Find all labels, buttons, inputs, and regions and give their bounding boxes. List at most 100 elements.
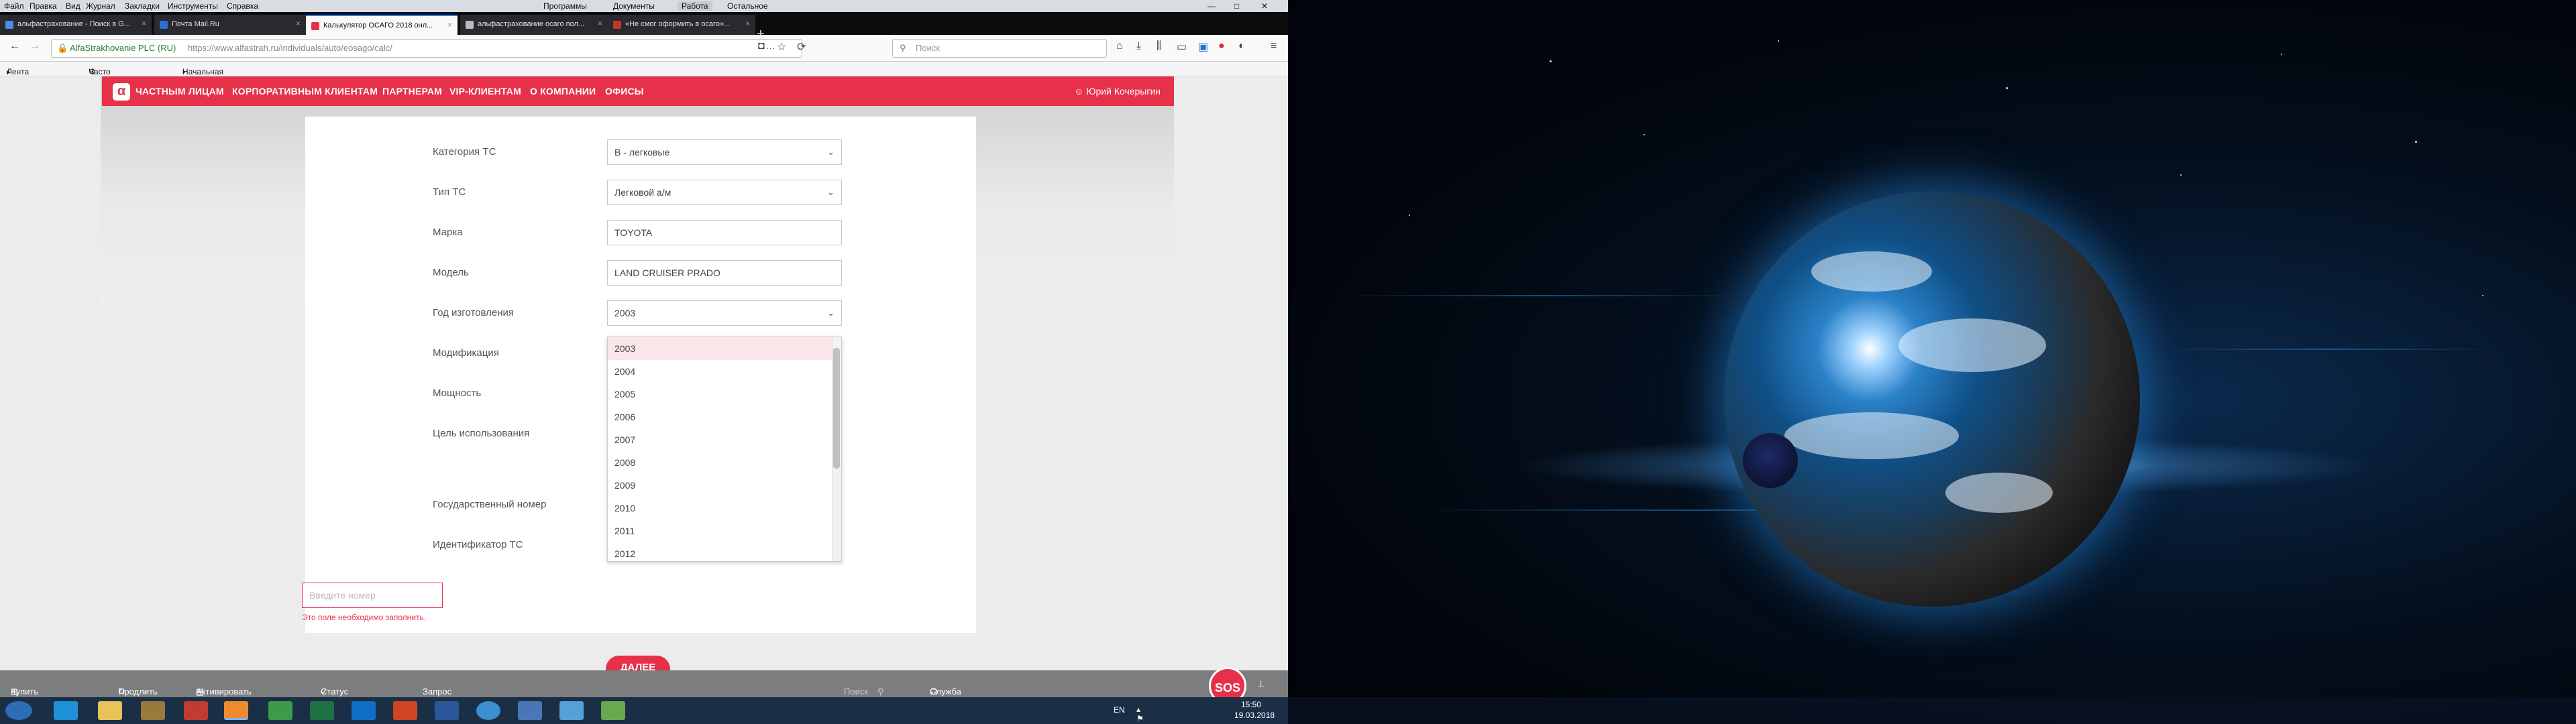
star	[2281, 54, 2282, 55]
maximize-icon[interactable]: □	[1234, 1, 1239, 11]
cloud	[1811, 251, 1932, 292]
menu-edit[interactable]: Правка	[30, 1, 57, 11]
app-icon[interactable]	[559, 701, 584, 720]
star	[2415, 141, 2417, 143]
select-vehicle-type[interactable]: Легковой а/м ⌄	[607, 180, 842, 205]
scrollbar-thumb[interactable]	[833, 348, 840, 469]
menu-help[interactable]: Справка	[227, 1, 258, 11]
hamburger-menu-icon[interactable]: ≡	[1271, 40, 1277, 52]
tab-alfa-osago[interactable]: альфастрахование осаго пол... ×	[460, 15, 608, 35]
nav-corporate[interactable]: КОРПОРАТИВНЫМ КЛИЕНТАМ	[232, 86, 378, 97]
year-option[interactable]: 2010	[608, 497, 832, 520]
app-icon[interactable]	[601, 701, 625, 720]
explorer-icon[interactable]	[98, 701, 122, 720]
pocket-icon[interactable]: ◘	[758, 40, 765, 52]
year-option[interactable]: 2011	[608, 520, 832, 542]
address-bar[interactable]: 🔒 AlfaStrakhovanie PLC (RU) https://www.…	[51, 39, 802, 58]
extension-icon[interactable]: ▣	[1198, 40, 1208, 54]
group-programs[interactable]: Программы	[543, 1, 587, 11]
menu-tools[interactable]: Инструменты	[168, 1, 218, 11]
clock-time[interactable]: 15:50	[1241, 700, 1261, 709]
skype-icon[interactable]	[476, 701, 500, 720]
tab-google-search[interactable]: альфастрахование - Поиск в G... ×	[0, 15, 152, 35]
home-icon[interactable]: ⌂	[1116, 40, 1123, 52]
mail-icon	[160, 21, 168, 29]
select-vehicle-category[interactable]: B - легковые ⌄	[607, 139, 842, 165]
select-year[interactable]: 2003 ⌄	[607, 300, 842, 326]
input-model[interactable]: LAND CRUISER PRADO	[607, 260, 842, 286]
media-icon[interactable]	[141, 701, 165, 720]
start-button[interactable]	[5, 701, 32, 720]
reg-number-input[interactable]: Введите номер	[302, 583, 443, 608]
alfa-logo[interactable]: α	[113, 83, 130, 101]
year-option[interactable]: 2007	[608, 428, 832, 451]
powerpoint-icon[interactable]	[393, 701, 417, 720]
light-streak	[2160, 349, 2496, 350]
close-icon[interactable]: ×	[296, 19, 301, 28]
search-icon: ⚲	[900, 43, 906, 53]
year-option[interactable]: 2005	[608, 383, 832, 406]
forward-icon[interactable]: →	[30, 40, 40, 52]
extension-icon[interactable]: ◐	[1238, 40, 1245, 52]
label-year: Год изготовления	[433, 307, 515, 318]
app-icon[interactable]	[184, 701, 208, 720]
download-icon[interactable]: ⤓	[1136, 40, 1141, 52]
page-actions-icon[interactable]: ···	[766, 40, 775, 57]
firefox-icon[interactable]	[224, 701, 248, 720]
year-option[interactable]: 2012	[608, 542, 832, 561]
site-action-bar: ⊞ Купить продукт ↻ Продлить ▤ Активирова…	[0, 670, 1288, 717]
nav-vip[interactable]: VIP-КЛИЕНТАМ	[449, 86, 521, 97]
back-icon[interactable]: ←	[9, 40, 20, 52]
tab-osago-calculator[interactable]: Калькулятор ОСАГО 2018 онл... ×	[306, 15, 458, 35]
nav-partners[interactable]: ПАРТНЕРАМ	[382, 86, 442, 97]
year-option[interactable]: 2009	[608, 474, 832, 497]
adblock-icon[interactable]: ●	[1218, 40, 1225, 52]
tab-mailru[interactable]: Почта Mail.Ru ×	[154, 15, 306, 35]
moon	[1743, 433, 1798, 488]
close-icon[interactable]: ✕	[1261, 1, 1268, 11]
group-other[interactable]: Остальное	[727, 1, 768, 11]
close-icon[interactable]: ×	[598, 19, 602, 28]
close-icon[interactable]: ×	[447, 20, 452, 29]
star	[2006, 87, 2008, 89]
chrome-icon[interactable]	[268, 701, 292, 720]
search-field[interactable]: ⚲ Поиск	[892, 39, 1107, 58]
year-option[interactable]: 2004	[608, 360, 832, 383]
year-option[interactable]: 2008	[608, 451, 832, 474]
reload-icon[interactable]: ⟳	[797, 40, 806, 54]
group-documents[interactable]: Документы	[613, 1, 655, 11]
excel-icon[interactable]	[310, 701, 334, 720]
tab-forum[interactable]: «Не смог оформить в осаго»... ×	[608, 15, 755, 35]
minimize-icon[interactable]: —	[1208, 1, 1216, 11]
nav-offices[interactable]: ОФИСЫ	[605, 86, 644, 97]
app-icon[interactable]	[518, 701, 542, 720]
sidebar-icon[interactable]: ▭	[1177, 40, 1187, 54]
next-button[interactable]: ДАЛЕЕ	[606, 656, 670, 670]
bookmark-star-icon[interactable]: ☆	[777, 40, 786, 54]
nav-about[interactable]: О КОМПАНИИ	[530, 86, 596, 97]
pin-icon[interactable]: ⊥	[1257, 678, 1265, 689]
menu-file[interactable]: Файл	[4, 1, 24, 11]
input-make[interactable]: TOYOTA	[607, 220, 842, 245]
language-indicator[interactable]: EN	[1114, 705, 1125, 715]
year-option[interactable]: 2003	[608, 337, 832, 360]
label-reg-number: Государственный номер	[433, 499, 547, 510]
star	[1409, 215, 1410, 216]
user-account-link[interactable]: ☺ Юрий Кочерыгин	[1074, 86, 1161, 97]
year-option[interactable]: 2006	[608, 406, 832, 428]
clock-date[interactable]: 19.03.2018	[1234, 711, 1275, 720]
library-icon[interactable]: ⫼	[1157, 40, 1161, 52]
url-text: https://www.alfastrah.ru/individuals/aut…	[187, 43, 392, 53]
close-icon[interactable]: ×	[745, 19, 750, 28]
ie-icon[interactable]	[54, 701, 78, 720]
menu-view[interactable]: Вид	[66, 1, 80, 11]
outlook-icon[interactable]	[352, 701, 376, 720]
close-icon[interactable]: ×	[142, 19, 146, 28]
menu-bookmarks[interactable]: Закладки	[125, 1, 160, 11]
nav-individuals[interactable]: ЧАСТНЫМ ЛИЦАМ	[136, 86, 224, 97]
menu-history[interactable]: Журнал	[86, 1, 115, 11]
group-work[interactable]: Работа	[678, 1, 712, 11]
tray-icons[interactable]: ▴ ⚑ ◖ ♪ ⌁	[1136, 705, 1144, 724]
word-icon[interactable]	[435, 701, 459, 720]
dropdown-scrollbar[interactable]	[832, 337, 841, 561]
